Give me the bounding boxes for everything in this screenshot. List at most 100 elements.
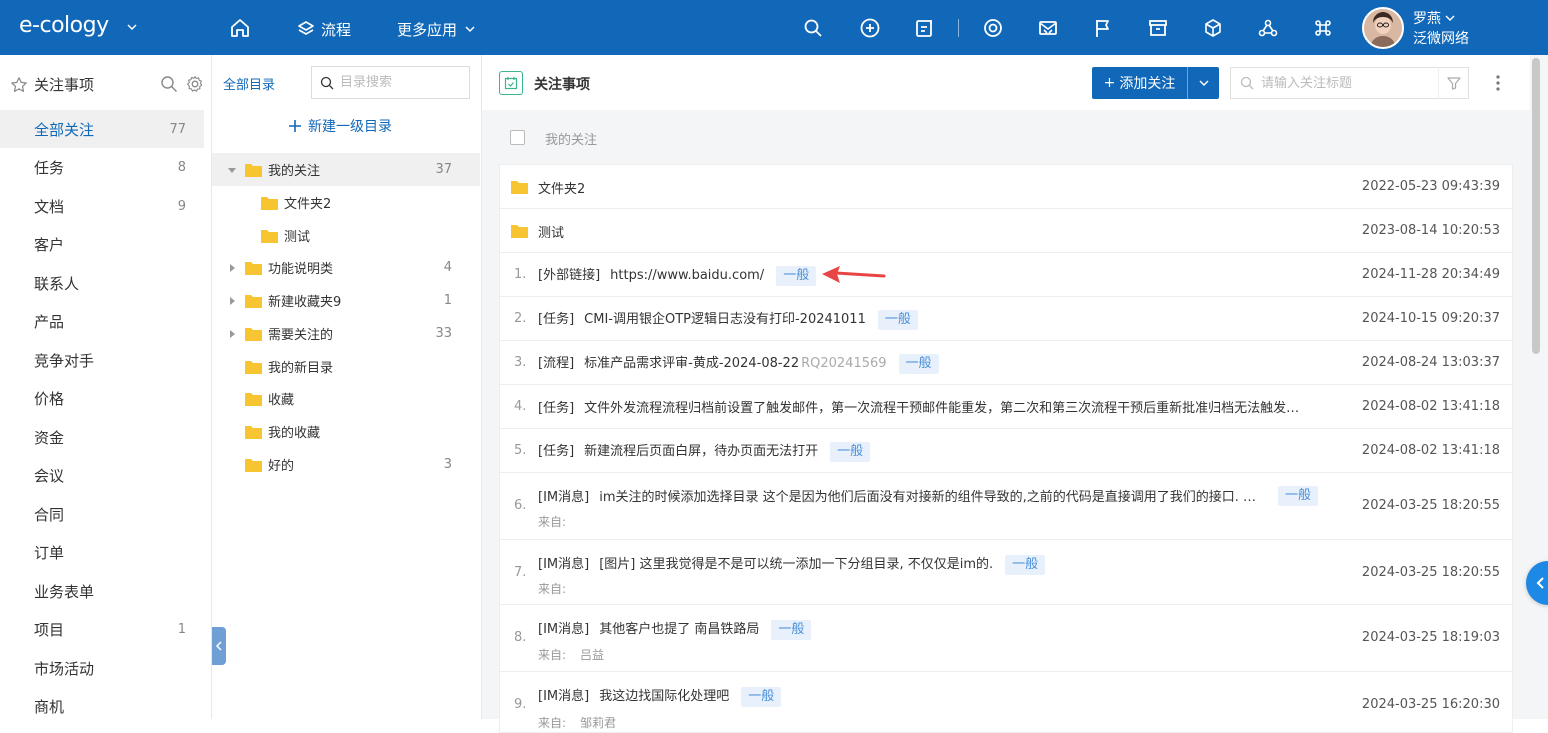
tree-node-folder2[interactable]: 文件夹2 <box>212 186 480 219</box>
expand-sidebar-handle[interactable] <box>212 627 226 665</box>
caret-right-icon[interactable] <box>228 263 236 272</box>
item-title[interactable]: 测试 <box>538 222 564 241</box>
scrollbar-thumb[interactable] <box>1532 58 1540 354</box>
list-item[interactable]: 3. [流程] 标准产品需求评审-黄成-2024-08-22 RQ20241569 一… <box>500 341 1512 385</box>
sidebar-item-label: 文档 <box>34 197 65 216</box>
folder-icon <box>245 392 262 406</box>
item-title[interactable]: [图片] 这里我觉得是不是可以统一添加一下分组目录, 不仅仅是im的. <box>599 557 993 572</box>
nav-flow[interactable]: 流程 <box>297 18 351 40</box>
item-title[interactable]: 其他客户也提了 南昌铁路局 <box>599 622 759 637</box>
list-item[interactable]: 4. [任务] 文件外发流程流程归档前设置了触发邮件，第一次流程干预邮件能重发，第… <box>500 385 1512 429</box>
sidebar-item-business-form[interactable]: 业务表单 <box>0 572 204 610</box>
user-photo <box>1364 9 1402 47</box>
more-vertical-icon[interactable] <box>1494 73 1502 93</box>
tree-node-my-follow[interactable]: 我的关注 37 <box>212 153 480 186</box>
network-icon[interactable] <box>1257 17 1279 39</box>
sidebar-item-all[interactable]: 全部关注 77 <box>0 110 204 148</box>
item-source-name: 吕益 <box>580 648 605 662</box>
item-source-label: 来自: <box>538 648 567 662</box>
flag-icon[interactable] <box>1092 17 1114 39</box>
add-follow-button[interactable]: + 添加关注 <box>1092 67 1187 99</box>
add-follow-dropdown[interactable] <box>1187 67 1219 99</box>
item-title[interactable]: 标准产品需求评审-黄成-2024-08-22 <box>584 356 799 371</box>
user-name[interactable]: 罗燕 <box>1413 8 1456 28</box>
gear-icon[interactable] <box>186 75 204 93</box>
archive-icon[interactable] <box>1147 17 1169 39</box>
item-number: 8. <box>514 630 527 645</box>
tree-node-label: 好的 <box>268 459 295 474</box>
target-icon[interactable] <box>982 17 1004 39</box>
item-time: 2024-03-25 16:20:30 <box>1361 697 1500 712</box>
search-icon[interactable] <box>160 75 178 93</box>
cube-icon[interactable] <box>1202 17 1224 39</box>
directory-search-input[interactable] <box>340 75 460 90</box>
chevron-down-icon <box>1198 80 1209 87</box>
list-item[interactable]: 5. [任务] 新建流程后页面白屏，待办页面无法打开 一般 2024-08-02 1… <box>500 429 1512 473</box>
folder-icon <box>511 181 528 194</box>
list-item[interactable]: 1. [外部链接] https://www.baidu.com/一般 2024-1… <box>500 253 1512 297</box>
tree-node-my-collection[interactable]: 我的收藏 <box>212 415 480 448</box>
follow-search-box[interactable] <box>1230 67 1469 99</box>
sidebar-item-price[interactable]: 价格 <box>0 379 204 417</box>
list-item[interactable]: 9. [IM消息] 我这边找国际化处理吧 一般 来自: 邹莉君 2024-03-25 … <box>500 672 1512 732</box>
search-icon[interactable] <box>802 17 824 39</box>
add-circle-icon[interactable] <box>859 17 881 39</box>
item-title[interactable]: 我这边找国际化处理吧 <box>599 689 729 704</box>
list-item[interactable]: 文件夹2 2022-05-23 09:43:39 <box>500 165 1512 209</box>
tree-node-count: 3 <box>443 457 452 472</box>
tree-node-collect[interactable]: 收藏 <box>212 382 480 415</box>
app-logo[interactable]: e-cology <box>19 13 109 38</box>
item-time: 2022-05-23 09:43:39 <box>1361 179 1500 194</box>
item-line: [任务] 文件外发流程流程归档前设置了触发邮件，第一次流程干预邮件能重发，第二次和… <box>538 397 1316 416</box>
sidebar-item-order[interactable]: 订单 <box>0 533 204 571</box>
all-directories-link[interactable]: 全部目录 <box>223 74 275 93</box>
sidebar-item-contract[interactable]: 合同 <box>0 495 204 533</box>
sidebar-item-competitor[interactable]: 竞争对手 <box>0 341 204 379</box>
list-item[interactable]: 2. [任务] CMI-调用银企OTP逻辑日志没有打印-20241011 一般 20… <box>500 297 1512 341</box>
command-icon[interactable] <box>1312 17 1334 39</box>
avatar[interactable] <box>1362 7 1404 49</box>
sidebar-item-contact[interactable]: 联系人 <box>0 264 204 302</box>
item-title[interactable]: 新建流程后页面白屏，待办页面无法打开 <box>584 444 818 459</box>
calendar-check-icon <box>499 71 523 95</box>
directory-search-box[interactable] <box>311 66 470 99</box>
sidebar-item-funds[interactable]: 资金 <box>0 418 204 456</box>
tree-node-new-favorites9[interactable]: 新建收藏夹9 1 <box>212 284 480 317</box>
tree-node-good[interactable]: 好的 3 <box>212 448 480 481</box>
mail-icon[interactable] <box>1037 17 1059 39</box>
sidebar-item-project[interactable]: 项目 1 <box>0 610 204 648</box>
chevron-down-icon[interactable] <box>125 20 139 34</box>
tree-node-test[interactable]: 测试 <box>212 219 480 252</box>
nav-more-apps[interactable]: 更多应用 <box>397 18 477 40</box>
caret-right-icon[interactable] <box>228 329 236 338</box>
tree-node-feature-desc[interactable]: 功能说明类 4 <box>212 251 480 284</box>
item-title[interactable]: CMI-调用银企OTP逻辑日志没有打印-20241011 <box>584 312 866 327</box>
sidebar-item-marketing[interactable]: 市场活动 <box>0 649 204 687</box>
note-icon[interactable] <box>914 17 936 39</box>
sidebar-item-label: 项目 <box>34 620 65 639</box>
caret-down-icon[interactable] <box>228 166 236 174</box>
user-name-label: 罗燕 <box>1413 11 1441 27</box>
sidebar-item-task[interactable]: 任务 8 <box>0 148 204 186</box>
item-title[interactable]: im关注的时候添加选择目录 这个是因为他们后面没有对接新的组件导致的,之前的代码… <box>599 490 1256 505</box>
new-root-directory-button[interactable]: 新建一级目录 <box>288 116 392 136</box>
filter-button[interactable] <box>1438 67 1469 99</box>
sidebar-item-product[interactable]: 产品 <box>0 302 204 340</box>
sidebar-item-meeting[interactable]: 会议 <box>0 456 204 494</box>
caret-right-icon[interactable] <box>228 296 236 305</box>
sidebar-item-opportunity[interactable]: 商机 <box>0 687 204 725</box>
sidebar-item-customer[interactable]: 客户 <box>0 225 204 263</box>
item-title[interactable]: 文件外发流程流程归档前设置了触发邮件，第一次流程干预邮件能重发，第二次和第三次流… <box>584 401 1299 416</box>
list-item[interactable]: 8. [IM消息] 其他客户也提了 南昌铁路局 一般 来自: 吕益 2024-03-2… <box>500 605 1512 672</box>
tree-node-need-attention[interactable]: 需要关注的 33 <box>212 317 480 350</box>
list-item[interactable]: 6. [IM消息] im关注的时候添加选择目录 这个是因为他们后面没有对接新的组件… <box>500 473 1512 540</box>
item-title[interactable]: https://www.baidu.com/ <box>610 268 764 283</box>
item-title[interactable]: 文件夹2 <box>538 178 585 197</box>
tree-node-my-new-dir[interactable]: 我的新目录 <box>212 350 480 383</box>
list-item[interactable]: 7. [IM消息] [图片] 这里我觉得是不是可以统一添加一下分组目录, 不仅仅是… <box>500 540 1512 605</box>
select-all-checkbox[interactable] <box>510 130 525 145</box>
list-item[interactable]: 测试 2023-08-14 10:20:53 <box>500 209 1512 253</box>
sidebar-item-document[interactable]: 文档 9 <box>0 187 204 225</box>
home-icon[interactable] <box>229 17 251 39</box>
follow-search-input[interactable] <box>1261 75 1431 91</box>
